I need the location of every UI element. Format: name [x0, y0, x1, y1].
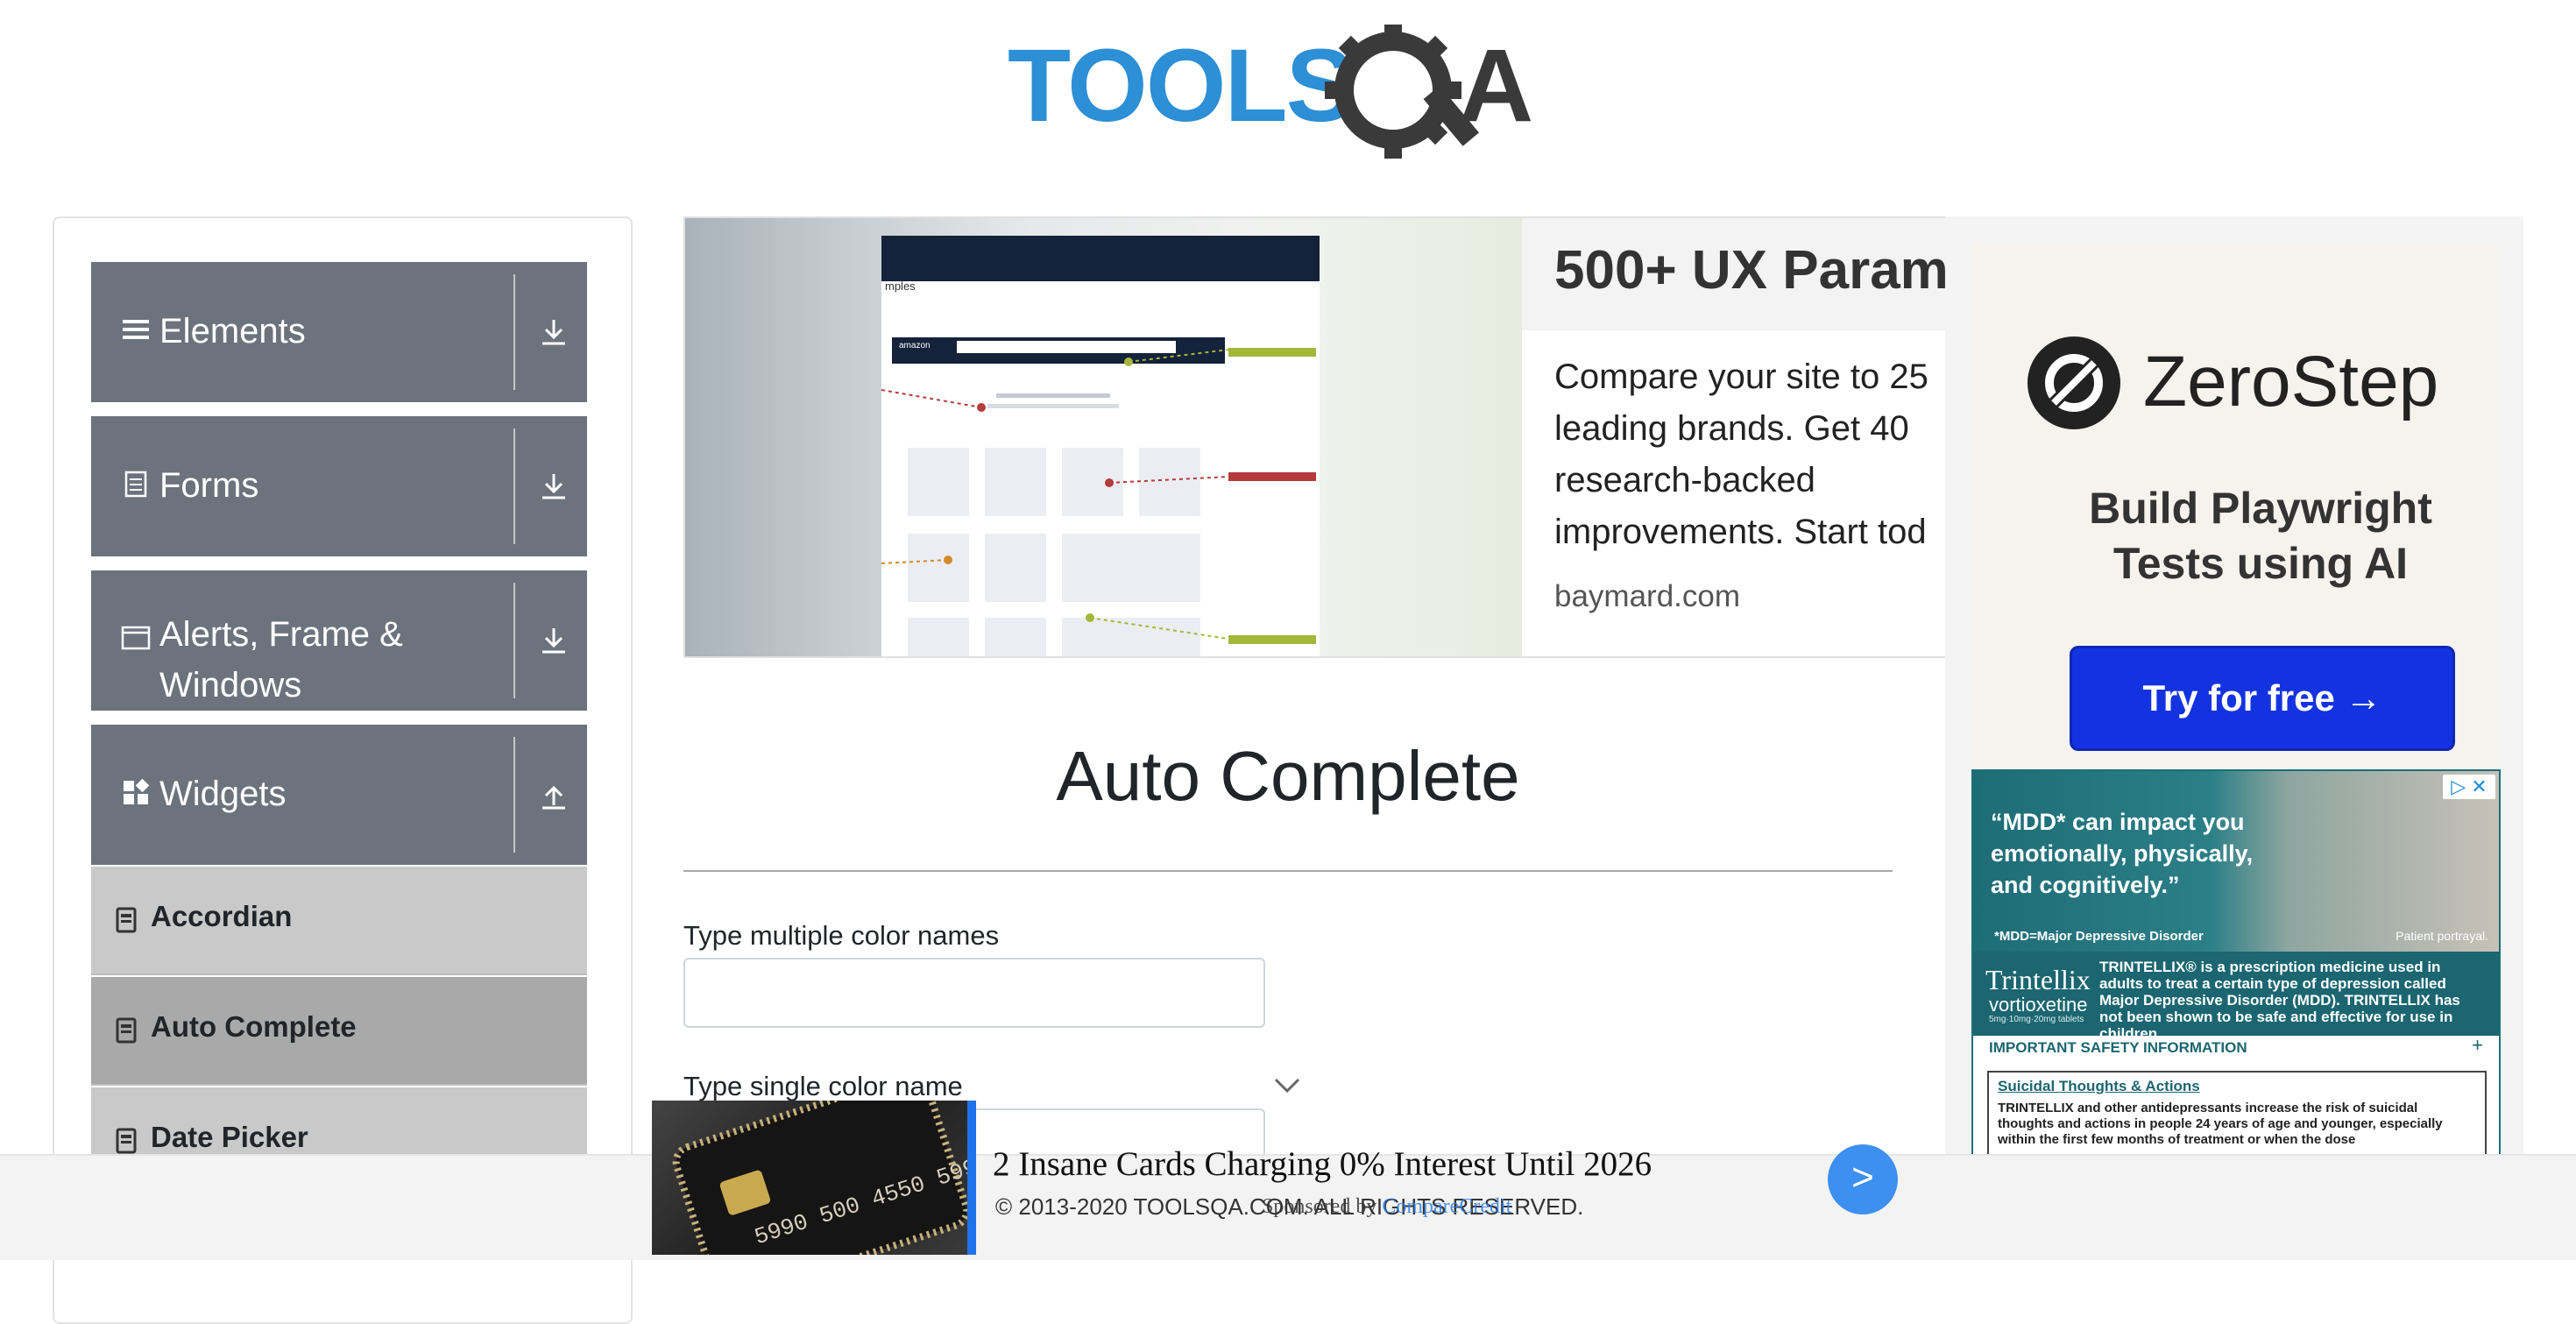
- sidebar-item-label: Accordian: [151, 900, 293, 932]
- svg-text:TOOLS: TOOLS: [1008, 28, 1353, 144]
- sidebar-group-forms[interactable]: Forms: [91, 416, 587, 556]
- top-ad-banner[interactable]: mples amazon 500+ UX Param Compare your …: [683, 216, 1949, 658]
- ad-section-title[interactable]: Suicidal Thoughts & Actions: [1998, 1078, 2200, 1095]
- ad-isi-heading: IMPORTANT SAFETY INFORMATION: [1989, 1039, 2247, 1056]
- document-icon: [124, 471, 147, 498]
- ad-quote: “MDD* can impact you emotionally, physic…: [1991, 809, 2254, 898]
- ad-body: TRINTELLIX® is a prescription medicine u…: [2099, 959, 2460, 1042]
- tagline-line: Tests using AI: [2112, 539, 2409, 588]
- sidebar-group-alerts[interactable]: Alerts, Frame & Windows: [91, 570, 587, 711]
- sidebar-group-label: Elements: [159, 312, 306, 350]
- ad-title[interactable]: 500+ UX Param: [1554, 239, 1947, 301]
- toolsqa-logo[interactable]: TOOLS A: [1008, 22, 1577, 165]
- promo-headline[interactable]: 2 Insane Cards Charging 0% Interest Unti…: [993, 1144, 1652, 1184]
- ad-desc-line: leading brands. Get 40: [1554, 409, 1909, 448]
- sidebar-item-label: Date Picker: [151, 1121, 308, 1153]
- expand-icon[interactable]: +: [2472, 1034, 2483, 1057]
- divider: [513, 274, 515, 390]
- trintellix-ad[interactable]: “MDD* can impact you emotionally, physic…: [1971, 769, 2501, 1158]
- sidebar-item-accordian[interactable]: Accordian: [91, 867, 587, 975]
- multi-color-input[interactable]: [683, 958, 1265, 1028]
- sidebar-group-widgets[interactable]: Widgets: [91, 725, 587, 865]
- ad-domain[interactable]: baymard.com: [1554, 579, 1740, 614]
- zerostep-tagline: Build Playwright Tests using AI: [2042, 481, 2480, 591]
- widgets-icon: [124, 778, 150, 804]
- sponsor-link[interactable]: CompareCredit: [1382, 1195, 1511, 1218]
- multi-color-label: Type multiple color names: [683, 920, 1000, 951]
- ad-brand: Trintellix: [1985, 964, 2091, 995]
- svg-text:A: A: [1459, 28, 1533, 144]
- page-title: Auto Complete: [1056, 737, 1520, 815]
- credit-card-image[interactable]: 5990 500 4550 5990: [652, 1101, 976, 1255]
- ad-screenshot-image: mples amazon: [685, 218, 1522, 656]
- ad-mock-brand: amazon: [899, 341, 931, 350]
- divider: [513, 428, 515, 544]
- ad-brand-dose: 5mg·10mg·20mg tablets: [1989, 1015, 2084, 1024]
- ad-accent-stripe: [967, 1101, 976, 1255]
- ad-desc-line: research-backed: [1554, 461, 1815, 499]
- ad-desc-line: improvements. Start tod: [1554, 513, 1927, 551]
- download-arrow-icon[interactable]: [536, 623, 571, 658]
- sidebar-group-label: Alerts, Frame &: [159, 615, 403, 654]
- sidebar-group-label: Windows: [159, 666, 302, 704]
- ad-mock-nav: mples: [885, 280, 916, 293]
- sponsored-label: Sponsored by CompareCredit: [1262, 1195, 1511, 1219]
- promo-next-button[interactable]: >: [1828, 1144, 1898, 1214]
- tagline-line: Build Playwright: [2089, 484, 2432, 533]
- try-for-free-button[interactable]: Try for free →: [2070, 646, 2455, 751]
- chevron-down-icon[interactable]: [1272, 1074, 1302, 1095]
- ad-brand-generic: vortioxetine: [1989, 994, 2088, 1016]
- divider: [513, 737, 515, 853]
- ad-section-body: TRINTELLIX and other antidepressants inc…: [1998, 1101, 2443, 1147]
- sidebar-group-label: Widgets: [159, 775, 287, 813]
- sidebar-item-auto-complete[interactable]: Auto Complete: [91, 977, 587, 1086]
- sponsored-prefix: Sponsored by: [1262, 1195, 1377, 1218]
- book-icon: [116, 1128, 137, 1154]
- ad-close-icon[interactable]: ▷ ✕: [2443, 775, 2495, 799]
- download-arrow-icon[interactable]: [536, 315, 571, 350]
- book-icon: [116, 907, 137, 933]
- download-arrow-icon[interactable]: [536, 469, 571, 504]
- hamburger-icon: [123, 320, 149, 339]
- book-icon: [116, 1017, 137, 1044]
- ad-description: Compare your site to 25 leading brands. …: [1554, 351, 1947, 558]
- ad-portrayal: Patient portrayal.: [2396, 929, 2488, 943]
- single-color-label: Type single color name: [683, 1071, 963, 1101]
- zerostep-logo-icon: [2028, 336, 2120, 429]
- sidebar-group-label: Forms: [159, 466, 259, 505]
- upload-arrow-icon[interactable]: [536, 777, 571, 812]
- ad-desc-line: Compare your site to 25: [1554, 358, 1928, 396]
- zerostep-ad[interactable]: ZeroStep Build Playwright Tests using AI…: [1971, 243, 2497, 768]
- sidebar-group-elements[interactable]: Elements: [91, 262, 587, 402]
- sidebar-item-label: Auto Complete: [151, 1010, 357, 1043]
- zerostep-brand: ZeroStep: [2143, 342, 2439, 421]
- ad-footnote: *MDD=Major Depressive Disorder: [1994, 929, 2204, 944]
- divider: [513, 583, 515, 698]
- title-divider: [683, 870, 1893, 872]
- window-icon: [121, 626, 151, 650]
